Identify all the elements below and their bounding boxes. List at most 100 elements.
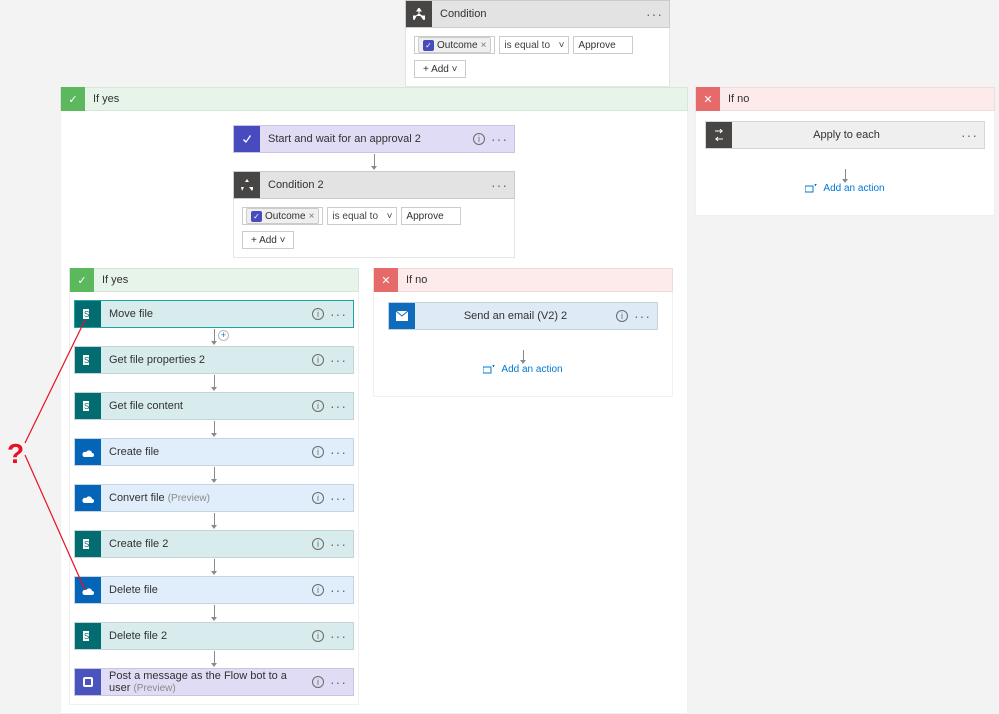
action-title: Create file 2 xyxy=(101,538,312,550)
info-icon[interactable]: i xyxy=(312,630,324,642)
action-icon: S xyxy=(75,531,101,557)
svg-text:S: S xyxy=(84,310,89,319)
token-icon: ✓ xyxy=(423,40,434,51)
flow-arrow xyxy=(74,650,354,668)
apply-each-card[interactable]: Apply to each ··· xyxy=(705,121,985,149)
action-card[interactable]: SCreate file 2i ··· xyxy=(74,530,354,558)
svg-text:S: S xyxy=(84,402,89,411)
action-card[interactable]: SGet file properties 2i··· xyxy=(74,346,354,374)
action-card[interactable]: S Move filei ··· xyxy=(74,300,354,328)
action-card[interactable]: Convert file (Preview)i ··· xyxy=(74,484,354,512)
card-menu[interactable]: ··· xyxy=(491,131,508,147)
chevron-down-icon: ˅ xyxy=(387,211,393,222)
card-menu[interactable]: ··· xyxy=(330,628,347,644)
branch-no-header: ✕ If no xyxy=(373,268,673,292)
card-menu[interactable]: ··· xyxy=(330,490,347,506)
flow-arrow xyxy=(74,558,354,576)
info-icon[interactable]: i xyxy=(616,310,628,322)
card-menu[interactable]: ··· xyxy=(961,127,978,143)
card-menu[interactable]: ··· xyxy=(646,6,663,22)
info-icon[interactable]: i xyxy=(312,308,324,320)
branch-no-label: If no xyxy=(720,93,757,105)
info-icon[interactable]: i xyxy=(312,584,324,596)
insert-step-button[interactable]: + xyxy=(218,330,229,341)
chevron-down-icon: ˅ xyxy=(559,40,565,51)
action-title: Post a message as the Flow bot to a user… xyxy=(101,670,312,694)
add-action-link[interactable]: Add an action xyxy=(805,183,884,194)
info-icon[interactable]: i xyxy=(312,400,324,412)
token-label: Outcome xyxy=(265,211,306,222)
action-card[interactable]: Create filei ··· xyxy=(74,438,354,466)
apply-title: Apply to each xyxy=(732,129,961,141)
action-card[interactable]: SDelete file 2i··· xyxy=(74,622,354,650)
flow-arrow: + xyxy=(74,328,354,346)
card-menu[interactable]: ··· xyxy=(330,398,347,414)
condition-expression: ✓ Outcome × is equal to ˅ Approve xyxy=(414,36,661,54)
branch-icon xyxy=(406,1,432,27)
add-row-button[interactable]: + Add ˅ xyxy=(414,60,466,78)
operator-dropdown[interactable]: is equal to ˅ xyxy=(327,207,397,225)
action-icon xyxy=(75,669,101,695)
add-action-link[interactable]: Add an action xyxy=(483,364,562,375)
branch-yes-outer: ✓ If yes Start and wait for an approval … xyxy=(60,87,688,714)
action-card[interactable]: Delete filei··· xyxy=(74,576,354,604)
card-menu[interactable]: ··· xyxy=(491,177,508,193)
card-menu[interactable]: ··· xyxy=(330,674,347,690)
action-card[interactable]: Post a message as the Flow bot to a user… xyxy=(74,668,354,696)
card-menu[interactable]: ··· xyxy=(634,308,651,324)
check-icon: ✓ xyxy=(70,268,94,292)
chevron-down-icon: ˅ xyxy=(280,235,286,246)
flow-arrow xyxy=(380,350,666,364)
card-menu[interactable]: ··· xyxy=(330,306,347,322)
loop-icon xyxy=(706,122,732,148)
condition-title: Condition xyxy=(432,8,646,20)
info-icon[interactable]: i xyxy=(312,676,324,688)
branch-no-inner: ✕ If no Send an email (V2) 2 i ··· xyxy=(373,268,673,397)
action-card[interactable]: S Get file contenti ··· xyxy=(74,392,354,420)
card-menu[interactable]: ··· xyxy=(330,536,347,552)
info-icon[interactable]: i xyxy=(312,446,324,458)
condition-header[interactable]: Condition ··· xyxy=(405,0,670,28)
token-icon: ✓ xyxy=(251,211,262,222)
flow-arrow xyxy=(69,153,679,171)
info-icon[interactable]: i xyxy=(312,354,324,366)
action-title: Get file content xyxy=(101,400,312,412)
condition2-header[interactable]: Condition 2 ··· xyxy=(233,171,515,199)
branch-yes-label: If yes xyxy=(94,274,136,286)
send-email-card[interactable]: Send an email (V2) 2 i ··· xyxy=(388,302,658,330)
mail-icon xyxy=(389,303,415,329)
action-title: Create file xyxy=(101,446,312,458)
branch-yes-header: ✓ If yes xyxy=(60,87,688,111)
close-icon: ✕ xyxy=(696,87,720,111)
token-label: Outcome xyxy=(437,40,478,51)
action-icon: S xyxy=(75,301,101,327)
value-input[interactable]: Approve xyxy=(573,36,633,54)
svg-text:S: S xyxy=(84,632,89,641)
info-icon[interactable]: i xyxy=(312,538,324,550)
action-title: Move file xyxy=(101,308,312,320)
operator-dropdown[interactable]: is equal to ˅ xyxy=(499,36,569,54)
condition-card: Condition ··· ✓ Outcome × is equal to ˅ … xyxy=(405,0,670,87)
approval-card[interactable]: Start and wait for an approval 2 i ··· xyxy=(233,125,515,153)
card-menu[interactable]: ··· xyxy=(330,352,347,368)
token-remove[interactable]: × xyxy=(481,40,487,51)
flow-arrow xyxy=(74,374,354,392)
dynamic-token-outcome[interactable]: ✓ Outcome × xyxy=(246,208,319,224)
flow-arrow xyxy=(74,466,354,484)
add-row-button[interactable]: + Add ˅ xyxy=(242,231,294,249)
value-input[interactable]: Approve xyxy=(401,207,461,225)
dynamic-token-outcome[interactable]: ✓ Outcome × xyxy=(418,37,491,53)
branch-no-label: If no xyxy=(398,274,435,286)
condition2-title: Condition 2 xyxy=(260,179,491,191)
card-menu[interactable]: ··· xyxy=(330,582,347,598)
chevron-down-icon: ˅ xyxy=(452,64,458,75)
branch-icon xyxy=(234,172,260,198)
action-title: Convert file (Preview) xyxy=(101,492,312,504)
action-icon xyxy=(75,485,101,511)
action-icon xyxy=(75,577,101,603)
info-icon[interactable]: i xyxy=(312,492,324,504)
card-menu[interactable]: ··· xyxy=(330,444,347,460)
info-icon[interactable]: i xyxy=(473,133,485,145)
token-remove[interactable]: × xyxy=(309,211,315,222)
action-icon: S xyxy=(75,393,101,419)
